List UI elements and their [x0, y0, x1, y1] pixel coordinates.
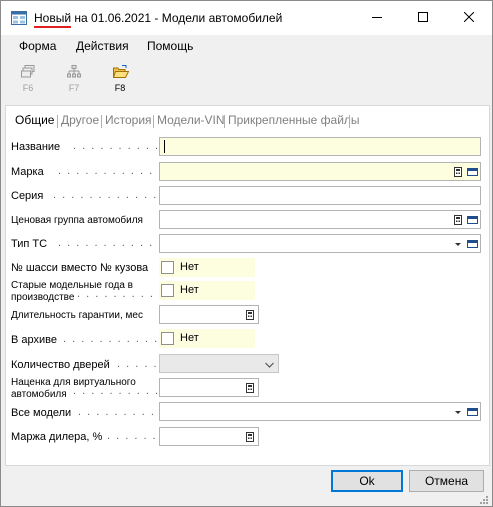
label-leader-dots: . . . . . .	[107, 430, 158, 442]
tab-separator	[101, 115, 102, 128]
tree-icon	[21, 65, 35, 78]
menu-actions[interactable]: Действия	[76, 39, 129, 53]
maximize-button[interactable]	[400, 1, 446, 33]
brand-lookup-field[interactable]	[159, 162, 481, 181]
toolbar-button-f6[interactable]: F6	[16, 63, 40, 95]
list-window-icon[interactable]	[467, 215, 478, 225]
tab-separator	[153, 115, 154, 128]
archive-checkbox[interactable]: Нет	[159, 329, 255, 348]
tab-attached-files[interactable]: Прикрепленные файлы	[228, 113, 360, 127]
hierarchy-icon	[67, 65, 81, 78]
old-years-label-line2: производстве	[11, 292, 75, 303]
doors-label: Количество дверей	[11, 359, 110, 371]
title-bar: Новый на 01.06.2021 - Модели автомобилей	[1, 1, 492, 35]
old-years-checkbox-value: Нет	[180, 284, 199, 296]
calculator-icon[interactable]	[245, 310, 256, 320]
archive-label: В архиве	[11, 334, 57, 346]
window-title-status: Новый	[34, 11, 72, 25]
open-folder-icon	[113, 65, 129, 78]
close-icon	[464, 12, 474, 22]
warranty-numeric-input[interactable]	[159, 305, 259, 324]
markup-numeric-input[interactable]	[159, 378, 259, 397]
label-leader-dots: . . . . . . . . . . . .	[58, 237, 163, 249]
checkbox-box[interactable]	[161, 261, 174, 274]
series-input[interactable]	[159, 186, 481, 205]
chassis-checkbox[interactable]: Нет	[159, 258, 255, 277]
calculator-icon[interactable]	[453, 167, 464, 177]
all-models-label: Все модели	[11, 407, 72, 419]
old-years-checkbox[interactable]: Нет	[159, 281, 255, 300]
toolbar-button-f7[interactable]: F7	[62, 63, 86, 95]
tab-separator	[57, 115, 58, 128]
name-input[interactable]	[159, 137, 481, 156]
list-window-icon[interactable]	[467, 239, 478, 249]
archive-checkbox-value: Нет	[180, 332, 199, 344]
maximize-icon	[418, 12, 428, 22]
app-grid-icon	[11, 11, 27, 25]
menu-form[interactable]: Форма	[19, 39, 56, 53]
price-group-label: Ценовая группа автомобиля	[11, 215, 143, 226]
cancel-button[interactable]: Отмена	[409, 470, 484, 492]
window-title: Новый на 01.06.2021 - Модели автомобилей	[34, 11, 282, 25]
vehicle-type-dropdown[interactable]	[159, 234, 481, 253]
toolbar-label-f6: F6	[22, 83, 34, 93]
chassis-checkbox-value: Нет	[180, 261, 199, 273]
toolbar: F6 F7 F8	[1, 59, 492, 99]
tab-models-vin[interactable]: Модели-VIN	[157, 113, 225, 127]
label-leader-dots: . . . . . . . . . . . . .	[53, 189, 167, 201]
checkbox-box[interactable]	[161, 284, 174, 297]
label-leader-dots: . . . . . . . . . .	[78, 406, 165, 418]
label-leader-dots: . . . . . . . . . .	[73, 140, 160, 152]
calculator-icon[interactable]	[245, 432, 256, 442]
label-leader-dots: . . . . . . . . . . . .	[63, 333, 168, 345]
ok-button[interactable]: Ok	[331, 470, 403, 492]
tab-separator	[349, 115, 350, 128]
label-leader-dots: . . . . .	[117, 358, 159, 370]
chevron-down-icon[interactable]	[264, 360, 275, 370]
dealer-margin-label: Маржа дилера, %	[11, 431, 103, 443]
toolbar-button-f8[interactable]: F8	[108, 63, 132, 95]
app-window: Новый на 01.06.2021 - Модели автомобилей…	[0, 0, 493, 507]
dropdown-arrow-icon[interactable]	[453, 407, 464, 417]
price-group-lookup-field[interactable]	[159, 210, 481, 229]
label-leader-dots: . . . . . . . . . . .	[73, 385, 169, 397]
toolbar-label-f8: F8	[114, 83, 126, 93]
label-leader-dots: . . . . . . . . . .	[77, 288, 164, 300]
vehicle-type-label: Тип ТС	[11, 238, 48, 250]
calculator-icon[interactable]	[453, 215, 464, 225]
series-label: Серия	[11, 190, 44, 202]
checkbox-box[interactable]	[161, 332, 174, 345]
tab-other[interactable]: Другое	[61, 113, 99, 127]
dropdown-arrow-icon[interactable]	[453, 239, 464, 249]
text-caret	[164, 140, 165, 153]
markup-label-line2: автомобиля	[11, 389, 67, 400]
minimize-icon	[372, 17, 382, 18]
brand-label: Марка	[11, 166, 44, 178]
window-title-text: на 01.06.2021 - Модели автомобилей	[71, 11, 283, 25]
minimize-button[interactable]	[354, 1, 400, 33]
toolbar-label-f7: F7	[68, 83, 80, 93]
list-window-icon[interactable]	[467, 407, 478, 417]
list-window-icon[interactable]	[467, 167, 478, 177]
close-button[interactable]	[446, 1, 492, 33]
doors-dropdown[interactable]	[159, 354, 279, 373]
tab-history[interactable]: История	[105, 113, 152, 127]
chassis-label: № шасси вместо № кузова	[11, 262, 149, 274]
all-models-dropdown[interactable]	[159, 402, 481, 421]
dealer-margin-numeric-input[interactable]	[159, 427, 259, 446]
calculator-icon[interactable]	[245, 383, 256, 393]
resize-grip-icon[interactable]	[479, 495, 489, 505]
menu-bar: Форма Действия Помощь	[1, 35, 492, 57]
menu-help[interactable]: Помощь	[147, 39, 193, 53]
tab-general[interactable]: Общие	[15, 113, 54, 127]
name-label: Название	[11, 141, 61, 153]
tab-separator	[224, 115, 225, 128]
label-leader-dots: . . . . . . . . . . . .	[58, 165, 163, 177]
warranty-label: Длительность гарантии, мес	[11, 310, 143, 321]
